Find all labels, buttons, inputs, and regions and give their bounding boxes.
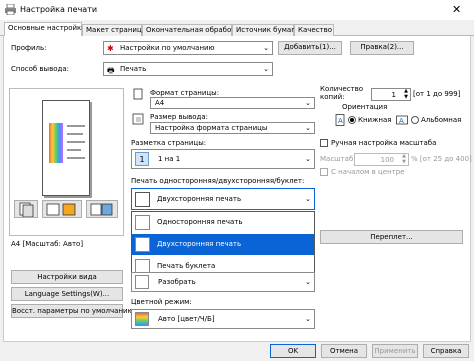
two-sided-print-icon	[135, 237, 150, 252]
add-profile-button[interactable]: Добавить(1)...	[278, 41, 342, 55]
chevron-down-icon: ⌄	[305, 155, 311, 163]
collate-select[interactable]: Разобрать ⌄	[131, 272, 315, 292]
print-mode-label: Печать односторонняя/двухсторонняя/букле…	[131, 177, 305, 185]
restore-defaults-button[interactable]: Восст. параметры по умолчанию	[11, 304, 133, 318]
layout-select[interactable]: 1 1 на 1 ⌄	[131, 149, 315, 169]
one-sided-print-icon	[135, 215, 150, 230]
chevron-down-icon: ⌄	[305, 195, 311, 203]
landscape-page-icon: A	[396, 115, 408, 125]
apply-button[interactable]: Применить	[372, 344, 418, 358]
page-size-icon	[133, 88, 143, 100]
tab-finishing[interactable]: Окончательная обработка	[142, 24, 244, 36]
language-settings-button[interactable]: Language Settings(W)...	[11, 287, 123, 301]
scale-input[interactable]: 100 ▲ ▼	[354, 153, 409, 166]
profile-value: Настройки по умолчанию	[120, 44, 215, 52]
output-method-value: Печать	[120, 65, 147, 73]
scale-range: % [от 25 до 400]	[411, 155, 472, 163]
orientation-label: Ориентация	[342, 103, 388, 111]
ok-button[interactable]: OK	[270, 344, 316, 358]
page-size-value: A4	[155, 99, 165, 107]
landscape-radio[interactable]	[411, 116, 419, 124]
tab-quality[interactable]: Качество	[294, 24, 334, 36]
scale-label: Масштаб:	[320, 155, 356, 163]
booklet-page-icon	[90, 203, 113, 216]
page-size-select[interactable]: A4 ⌄	[150, 97, 315, 109]
output-size-value: Настройка формата страницы	[155, 124, 268, 132]
color-mode-value: Авто [цвет/Ч/Б]	[158, 315, 215, 323]
layout-label: Разметка страницы:	[131, 139, 207, 147]
print-mode-select[interactable]: Двухсторонняя печать ⌄	[131, 188, 315, 210]
help-button[interactable]: Справка	[423, 344, 469, 358]
collate-value: Разобрать	[158, 278, 196, 286]
output-size-icon	[132, 113, 144, 125]
portrait-label: Книжная	[358, 116, 392, 124]
chevron-down-icon: ⌄	[305, 278, 311, 286]
two-sided-page-icon	[46, 203, 76, 216]
center-checkbox[interactable]	[320, 168, 328, 176]
preview-one-sided-button[interactable]	[14, 200, 38, 218]
dropdown-option-two-sided[interactable]: Двухсторонняя печать	[132, 234, 314, 255]
chevron-down-icon: ⌄	[263, 65, 269, 73]
binding-button[interactable]: Переплет...	[320, 230, 463, 244]
scale-value: 100	[380, 156, 394, 164]
chevron-down-icon: ⌄	[305, 315, 311, 323]
edit-profile-button[interactable]: Правка(2)...	[350, 41, 414, 55]
collate-icon	[135, 275, 149, 289]
chevron-down-icon: ⌄	[263, 44, 269, 52]
close-icon[interactable]: ✕	[452, 3, 461, 16]
preview-two-sided-button[interactable]	[42, 200, 82, 218]
dropdown-option-one-sided[interactable]: Односторонняя печать	[132, 212, 314, 233]
output-method-label: Способ вывода:	[11, 65, 69, 73]
layout-value: 1 на 1	[158, 155, 181, 163]
printer-icon	[5, 4, 16, 15]
tab-page-layout[interactable]: Макет страницы	[82, 24, 147, 36]
copies-input[interactable]: 1 ▲ ▼	[371, 88, 411, 101]
one-sided-page-icon	[19, 202, 34, 218]
preview-caption: A4 [Масштаб: Авто]	[11, 240, 84, 248]
preview-booklet-button[interactable]	[86, 200, 118, 218]
copies-value: 1	[391, 91, 396, 99]
chevron-down-icon: ⌄	[305, 99, 311, 107]
output-size-select[interactable]: Настройка формата страницы ⌄	[150, 122, 315, 134]
print-mode-value: Двухсторонняя печать	[157, 195, 242, 203]
view-settings-button[interactable]: Настройки вида	[11, 270, 123, 284]
print-mode-dropdown-list: Односторонняя печать Двухсторонняя печат…	[131, 211, 315, 277]
window-title: Настройка печати	[20, 5, 98, 14]
color-mode-select[interactable]: Авто [цвет/Ч/Б] ⌄	[131, 309, 315, 329]
tab-paper-source[interactable]: Источник бумаги	[232, 24, 299, 36]
printer-icon: 🖶	[107, 66, 115, 75]
svg-text:A: A	[399, 117, 404, 125]
portrait-page-icon: A	[335, 114, 345, 126]
document-preview-image	[42, 100, 90, 196]
duplex-icon	[135, 192, 150, 207]
copies-range: [от 1 до 999]	[413, 90, 461, 98]
profile-select[interactable]: ✱ Настройки по умолчанию ⌄	[103, 41, 273, 55]
page-size-label: Формат страницы:	[150, 89, 220, 97]
cancel-button[interactable]: Отмена	[321, 344, 367, 358]
layout-icon: 1	[135, 152, 149, 166]
tab-bar: Основные настройки Макет страницы Оконча…	[0, 22, 474, 37]
title-bar: Настройка печати ✕	[0, 0, 474, 20]
output-size-label: Размер вывода:	[150, 113, 209, 121]
spin-arrows-icon[interactable]: ▲ ▼	[402, 153, 406, 165]
profile-label: Профиль:	[11, 44, 47, 52]
profile-icon: ✱	[107, 44, 114, 53]
color-mode-icon	[135, 312, 149, 326]
spin-arrows-icon[interactable]: ▲ ▼	[404, 88, 408, 100]
manual-scaling-checkbox[interactable]	[320, 139, 328, 147]
landscape-label: Альбомная	[421, 116, 462, 124]
chevron-down-icon: ⌄	[305, 124, 311, 132]
portrait-radio[interactable]	[348, 116, 356, 124]
svg-text:A: A	[338, 117, 343, 125]
center-label: С началом в центре	[331, 168, 405, 176]
color-mode-label: Цветной режим:	[131, 298, 192, 306]
tab-basic-settings[interactable]: Основные настройки	[4, 22, 86, 37]
output-method-select[interactable]: 🖶 Печать ⌄	[103, 62, 273, 76]
manual-scaling-label: Ручная настройка масштаба	[331, 139, 437, 147]
